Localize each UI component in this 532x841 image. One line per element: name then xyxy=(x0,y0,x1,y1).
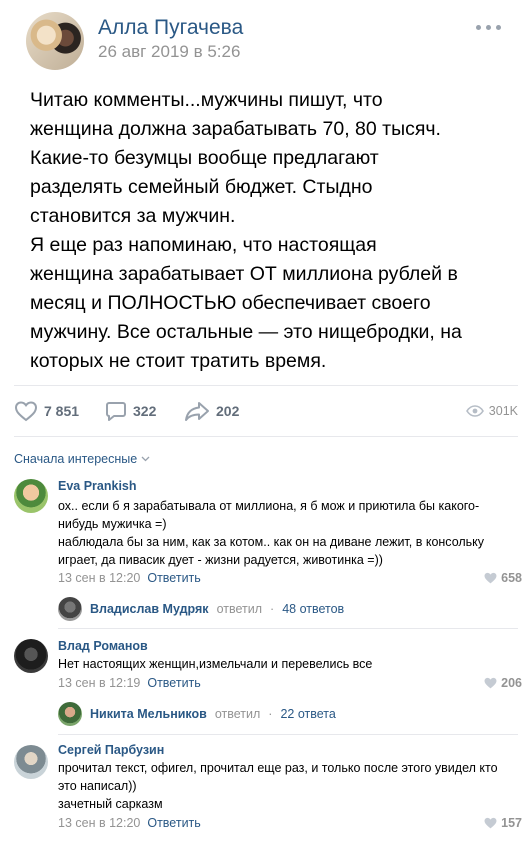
comment-text-line: это написал)) xyxy=(58,779,137,793)
author-name[interactable]: Алла Пугачева xyxy=(98,16,243,40)
reply-verb: ответил xyxy=(216,602,263,616)
divider xyxy=(58,628,518,629)
reply-verb: ответил xyxy=(214,707,261,721)
reply-button[interactable]: Ответить xyxy=(147,816,200,830)
comment-meta: 13 сен в 12:20 Ответить xyxy=(58,571,201,585)
comment-date[interactable]: 13 сен в 12:19 xyxy=(58,676,140,690)
sort-label: Сначала интересные xyxy=(14,452,138,466)
post-text-line: разделять семейный бюджет. Стыдно xyxy=(30,176,373,198)
reply-button[interactable]: Ответить xyxy=(147,571,200,585)
share-count: 202 xyxy=(216,403,240,419)
chevron-down-icon xyxy=(141,456,150,462)
post-text-line: Читаю комменты...мужчины пишут, что xyxy=(30,89,383,111)
divider xyxy=(14,385,518,386)
comment-button[interactable]: 322 xyxy=(105,392,156,430)
more-options-icon[interactable] xyxy=(476,22,502,32)
comment-like-count: 157 xyxy=(501,816,522,830)
reply-separator: · xyxy=(268,707,273,721)
post-date[interactable]: 26 авг 2019 в 5:26 xyxy=(98,42,240,62)
views-counter: 301K xyxy=(465,392,518,430)
post-header: Алла Пугачева 26 авг 2019 в 5:26 xyxy=(0,0,532,80)
post-text-line: женщина должна зарабатывать 70, 80 тысяч… xyxy=(30,118,441,140)
post-text-line: мужчину. Все остальные — это нищебродки,… xyxy=(30,321,462,343)
reply-button[interactable]: Ответить xyxy=(147,676,200,690)
comment-meta: 13 сен в 12:19 Ответить xyxy=(58,676,201,690)
comment-meta: 13 сен в 12:20 Ответить xyxy=(58,816,201,830)
heart-icon xyxy=(484,572,497,584)
post-text-line: Какие-то безумцы вообще предлагают xyxy=(30,147,379,169)
comment-text-line: Нет настоящих женщин,измельчали и переве… xyxy=(58,657,373,671)
divider xyxy=(58,734,518,735)
comment-like-count: 658 xyxy=(501,571,522,585)
views-count: 301K xyxy=(488,404,518,418)
reply-author-name: Владислав Мудряк xyxy=(90,602,209,616)
comment-text: прочитал текст, офигел, прочитал еще раз… xyxy=(58,759,524,813)
post-actions: 7 851 322 202 301K xyxy=(0,392,532,430)
reply-count: 48 ответов xyxy=(282,602,345,616)
comment-date[interactable]: 13 сен в 12:20 xyxy=(58,571,140,585)
comment-text-line: зачетный сарказм xyxy=(58,797,163,811)
commenter-avatar[interactable] xyxy=(14,479,48,513)
comment-like-button[interactable]: 658 xyxy=(484,571,522,585)
comment-count: 322 xyxy=(133,403,157,419)
comment-text: Нет настоящих женщин,измельчали и переве… xyxy=(58,655,524,673)
post-text-line: Я еще раз напоминаю, что настоящая xyxy=(30,234,377,256)
reply-author-name: Никита Мельников xyxy=(90,707,207,721)
like-count: 7 851 xyxy=(44,403,80,419)
reply-author-avatar xyxy=(58,702,82,726)
comment-icon xyxy=(106,402,126,421)
share-button[interactable]: 202 xyxy=(184,392,239,430)
comment-like-button[interactable]: 206 xyxy=(484,676,522,690)
comment-text: ох.. если б я зарабатывала от миллиона, … xyxy=(58,497,524,569)
comment-text-line: прочитал текст, офигел, прочитал еще раз… xyxy=(58,761,498,775)
post-text-line: становится за мужчин. xyxy=(30,205,236,227)
reply-author-avatar xyxy=(58,597,82,621)
reply-count: 22 ответа xyxy=(280,707,336,721)
reply-separator: · xyxy=(270,602,275,616)
post-text-line: месяц и ПОЛНОСТЬЮ обеспечивает своего xyxy=(30,292,431,314)
heart-icon xyxy=(484,817,497,829)
comment-author[interactable]: Eva Prankish xyxy=(58,479,137,493)
comment-text-line: играет, да пивасик дует - жизни радуется… xyxy=(58,553,383,567)
comment-text-line: нибудь мужичка =) xyxy=(58,517,167,531)
divider xyxy=(14,436,518,437)
like-button[interactable]: 7 851 xyxy=(14,392,79,430)
comment-like-button[interactable]: 157 xyxy=(484,816,522,830)
heart-icon xyxy=(14,401,38,422)
post-text-line: которых не стоит тратить время. xyxy=(30,350,327,372)
comment-like-count: 206 xyxy=(501,676,522,690)
replies-thread-link[interactable]: Владислав Мудряк ответил · 48 ответов xyxy=(58,596,344,622)
comment-text-line: наблюдала бы за ним, как за котом.. как … xyxy=(58,535,485,549)
comment-author[interactable]: Влад Романов xyxy=(58,639,148,653)
comments-sort-dropdown[interactable]: Сначала интересные xyxy=(14,452,150,466)
comment-text-line: ох.. если б я зарабатывала от миллиона, … xyxy=(58,499,480,513)
share-icon xyxy=(185,402,209,421)
eye-icon xyxy=(465,405,484,417)
comment-date[interactable]: 13 сен в 12:20 xyxy=(58,816,140,830)
commenter-avatar[interactable] xyxy=(14,745,48,779)
post-text-line: женщина зарабатывает ОТ миллиона рублей … xyxy=(30,263,458,285)
comment-author[interactable]: Сергей Парбузин xyxy=(58,743,164,757)
post-text: Читаю комменты...мужчины пишут, что женщ… xyxy=(30,86,510,376)
replies-thread-link[interactable]: Никита Мельников ответил · 22 ответа xyxy=(58,701,336,727)
author-avatar[interactable] xyxy=(26,12,84,70)
commenter-avatar[interactable] xyxy=(14,639,48,673)
heart-icon xyxy=(484,677,497,689)
